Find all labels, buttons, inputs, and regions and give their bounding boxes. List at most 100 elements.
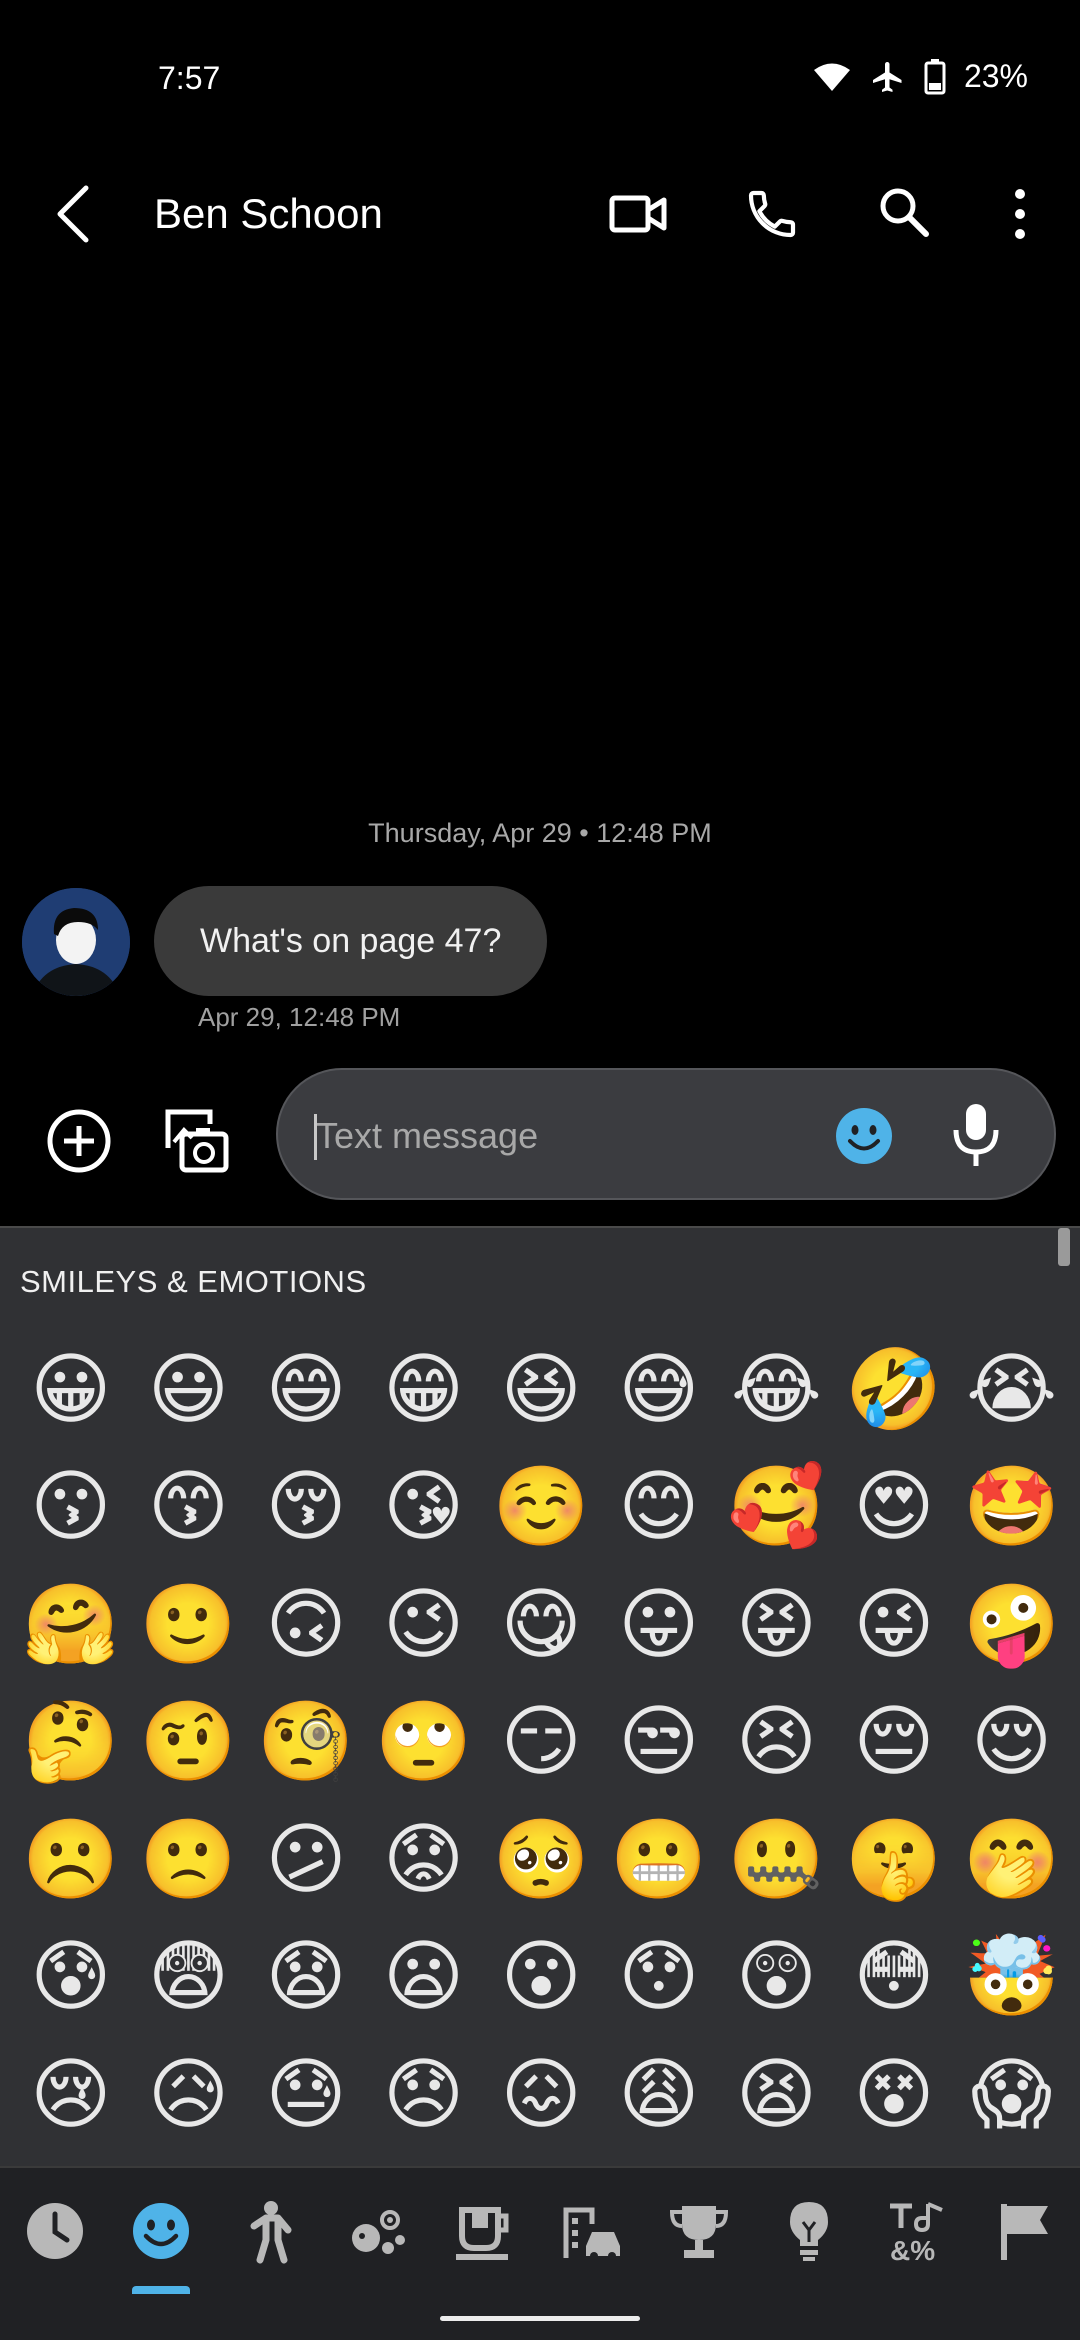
travel-icon[interactable] <box>556 2196 626 2266</box>
back-button[interactable] <box>48 182 102 246</box>
emoji-cell[interactable]: 😋 <box>482 1565 600 1683</box>
battery-percent: 23% <box>963 58 1028 94</box>
emoji-cell[interactable]: 🤐 <box>718 1800 836 1918</box>
recent-icon[interactable] <box>20 2196 90 2266</box>
emoji-cell[interactable]: 😥 <box>130 2035 248 2153</box>
symbols-icon[interactable]: &% <box>882 2196 952 2266</box>
emoji-cell[interactable]: 😳 <box>835 1918 953 2036</box>
emoji-cell[interactable]: 😃 <box>130 1330 248 1448</box>
emoji-cell[interactable]: 😛 <box>600 1565 718 1683</box>
emoji-cell[interactable]: 🤗 <box>12 1565 130 1683</box>
svg-text:&%: &% <box>890 2235 935 2266</box>
emoji-cell[interactable]: 😣 <box>718 1683 836 1801</box>
emoji-cell[interactable]: 😭 <box>953 1330 1071 1448</box>
emoji-cell[interactable]: 😒 <box>600 1683 718 1801</box>
home-gesture-handle[interactable] <box>440 2316 640 2321</box>
more-options-button[interactable] <box>1008 184 1032 244</box>
emoji-cell[interactable]: 😉 <box>365 1565 483 1683</box>
activities-icon[interactable] <box>664 2196 734 2266</box>
flags-icon[interactable] <box>990 2196 1060 2266</box>
emoji-cell[interactable]: 🤣 <box>835 1330 953 1448</box>
emoji-cell[interactable]: 😨 <box>130 1918 248 2036</box>
emoji-cell[interactable]: ☺️ <box>482 1448 600 1566</box>
text-cursor <box>314 1114 317 1160</box>
selected-tab-indicator <box>132 2286 190 2294</box>
emoji-cell[interactable]: 🤪 <box>953 1565 1071 1683</box>
emoji-cell[interactable]: 😟 <box>365 1800 483 1918</box>
emoji-cell[interactable]: 🤨 <box>130 1683 248 1801</box>
emoji-cell[interactable]: 😢 <box>12 2035 130 2153</box>
emoji-cell[interactable]: 😮 <box>482 1918 600 2036</box>
emoji-cell[interactable]: 😁 <box>365 1330 483 1448</box>
emoji-cell[interactable]: 😱 <box>953 2035 1071 2153</box>
emoji-cell[interactable]: 🤯 <box>953 1918 1071 2036</box>
emoji-cell[interactable]: 😓 <box>247 2035 365 2153</box>
message-timestamp: Apr 29, 12:48 PM <box>198 1002 401 1032</box>
emoji-cell[interactable]: 😬 <box>600 1800 718 1918</box>
voice-input-button[interactable] <box>950 1100 1002 1170</box>
emoji-cell[interactable]: 😆 <box>482 1330 600 1448</box>
emoji-cell[interactable]: 😩 <box>600 2035 718 2153</box>
message-input[interactable] <box>316 1112 796 1160</box>
emoji-cell[interactable]: 🤔 <box>12 1683 130 1801</box>
battery-icon <box>924 58 946 94</box>
emoji-cell[interactable]: 😚 <box>247 1448 365 1566</box>
emoji-cell[interactable]: 😙 <box>130 1448 248 1566</box>
emoji-cell[interactable]: 😀 <box>12 1330 130 1448</box>
emoji-cell[interactable]: 😗 <box>12 1448 130 1566</box>
contact-avatar[interactable] <box>22 888 130 996</box>
emoji-grid: 😀 😃 😄 😁 😆 😅 😂 🤣 😭 😗 😙 😚 😘 ☺️ 😊 🥰 😍 🤩 🤗 🙂 🙃 😉 😋 😛 😝 😜 🤪 🤔 🤨 🧐 🙄 😏 😒 😣 😔 😌 ☹️ 🙁… <box>12 1330 1072 2153</box>
emoji-cell[interactable]: 😌 <box>953 1683 1071 1801</box>
emoji-cell[interactable]: 😯 <box>600 1918 718 2036</box>
add-attachment-button[interactable] <box>46 1108 112 1174</box>
emoji-cell[interactable]: 🙁 <box>130 1800 248 1918</box>
emoji-cell[interactable]: 😲 <box>718 1918 836 2036</box>
emoji-cell[interactable]: 😧 <box>247 1918 365 2036</box>
emoji-cell[interactable]: 😏 <box>482 1683 600 1801</box>
emoji-cell[interactable]: 😅 <box>600 1330 718 1448</box>
emoji-cell[interactable]: 😦 <box>365 1918 483 2036</box>
emoji-cell[interactable]: 😍 <box>835 1448 953 1566</box>
emoji-cell[interactable]: 😵 <box>835 2035 953 2153</box>
emoji-cell[interactable]: 🙂 <box>130 1565 248 1683</box>
objects-icon[interactable] <box>774 2196 844 2266</box>
emoji-cell[interactable]: 😰 <box>12 1918 130 2036</box>
emoji-cell[interactable]: 🤭 <box>953 1800 1071 1918</box>
emoji-cell[interactable]: 🤫 <box>835 1800 953 1918</box>
emoji-cell[interactable]: 😊 <box>600 1448 718 1566</box>
emoji-cell[interactable]: 😘 <box>365 1448 483 1566</box>
video-call-button[interactable] <box>608 186 668 242</box>
emoji-cell[interactable]: 🧐 <box>247 1683 365 1801</box>
emoji-cell[interactable]: 🥺 <box>482 1800 600 1918</box>
status-icons: 23% <box>812 58 1028 95</box>
gallery-camera-button[interactable] <box>160 1104 230 1174</box>
date-divider: Thursday, Apr 29 • 12:48 PM <box>368 818 712 848</box>
contact-name[interactable]: Ben Schoon <box>154 190 383 238</box>
emoji-cell[interactable]: 😜 <box>835 1565 953 1683</box>
emoji-cell[interactable]: 😝 <box>718 1565 836 1683</box>
emoji-cell[interactable]: 🙄 <box>365 1683 483 1801</box>
avatar-image <box>22 888 130 996</box>
phone-call-button[interactable] <box>744 184 800 244</box>
emoji-cell[interactable]: 🙃 <box>247 1565 365 1683</box>
emoji-cell[interactable]: 😞 <box>365 2035 483 2153</box>
smileys-icon[interactable] <box>126 2196 196 2266</box>
message-bubble[interactable]: What's on page 47? <box>154 886 548 996</box>
emoji-category-title: SMILEYS & EMOTIONS <box>20 1264 367 1299</box>
emoji-cell[interactable]: 😔 <box>835 1683 953 1801</box>
search-button[interactable] <box>876 184 932 240</box>
emoji-scrollbar[interactable] <box>1058 1228 1070 1266</box>
emoji-cell[interactable]: 😄 <box>247 1330 365 1448</box>
emoji-cell[interactable]: 🤩 <box>953 1448 1071 1566</box>
emoji-cell[interactable]: ☹️ <box>12 1800 130 1918</box>
emoji-cell[interactable]: 😂 <box>718 1330 836 1448</box>
emoji-button[interactable] <box>834 1106 894 1166</box>
people-icon[interactable] <box>234 2196 304 2266</box>
emoji-cell[interactable]: 😫 <box>718 2035 836 2153</box>
emoji-cell[interactable]: 🥰 <box>718 1448 836 1566</box>
emoji-cell[interactable]: 😕 <box>247 1800 365 1918</box>
animals-icon[interactable] <box>342 2196 412 2266</box>
emoji-cell[interactable]: 😖 <box>482 2035 600 2153</box>
airplane-mode-icon <box>872 61 902 92</box>
food-icon[interactable] <box>448 2196 518 2266</box>
